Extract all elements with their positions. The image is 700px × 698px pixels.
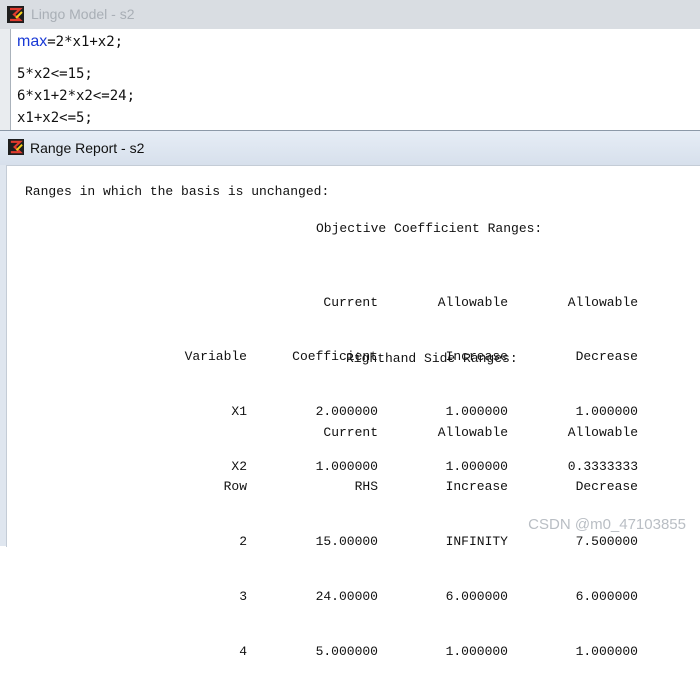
header-rhs: RHS — [354, 479, 378, 495]
header-increase: Increase — [445, 479, 508, 495]
model-window-title: Lingo Model - s2 — [31, 6, 135, 22]
header-row: Row — [223, 479, 247, 495]
lingo-app-icon — [8, 139, 24, 160]
row-name-cell: 4 — [239, 644, 247, 660]
report-window-title: Range Report - s2 — [30, 140, 145, 156]
code-text: =2*x1+x2; — [47, 34, 124, 50]
lingo-app-icon — [7, 6, 24, 28]
rhs-col-current: Current RHS 15.00000 24.00000 5.000000 — [272, 387, 378, 698]
header-variable: Variable — [184, 349, 247, 365]
current-cell: 24.00000 — [315, 589, 378, 605]
header-current: Current — [323, 294, 378, 310]
code-line-objective: max=2*x1+x2; — [17, 33, 123, 51]
header-allowable: Allowable — [437, 424, 508, 440]
code-line: x1+x2<=5; — [17, 110, 93, 126]
header-decrease: Decrease — [575, 479, 638, 495]
report-text-area[interactable]: Ranges in which the basis is unchanged: … — [6, 165, 700, 659]
header-allowable: Allowable — [437, 294, 508, 310]
header-allowable: Allowable — [567, 294, 638, 310]
header-current: Current — [323, 424, 378, 440]
decrease-cell: 6.000000 — [575, 589, 638, 605]
decrease-cell: 7.500000 — [575, 534, 638, 550]
lingo-model-window: Lingo Model - s2 max=2*x1+x2; 5*x2<=15; … — [0, 0, 700, 131]
current-cell: 5.000000 — [315, 644, 378, 660]
rhs-col-row: Row 2 3 4 — [157, 387, 247, 698]
report-titlebar[interactable]: Range Report - s2 — [0, 131, 700, 165]
code-keyword-max: max — [17, 33, 48, 50]
code-line: 6*x1+2*x2<=24; — [17, 88, 136, 104]
increase-cell: 1.000000 — [445, 644, 508, 660]
code-line: 5*x2<=15; — [17, 66, 93, 82]
header-allowable: Allowable — [567, 424, 638, 440]
rhs-ranges-heading: Righthand Side Ranges: — [346, 351, 518, 366]
rhs-col-decrease: Allowable Decrease 7.500000 6.000000 1.0… — [537, 387, 638, 698]
model-code-editor[interactable]: max=2*x1+x2; 5*x2<=15; 6*x1+2*x2<=24; x1… — [10, 29, 700, 130]
current-cell: 15.00000 — [315, 534, 378, 550]
report-intro: Ranges in which the basis is unchanged: — [25, 184, 330, 199]
objective-ranges-heading: Objective Coefficient Ranges: — [316, 221, 543, 236]
row-name-cell: 3 — [239, 589, 247, 605]
decrease-cell: 1.000000 — [575, 644, 638, 660]
increase-cell: INFINITY — [445, 534, 508, 550]
range-report-window: Range Report - s2 Ranges in which the ba… — [0, 130, 700, 659]
csdn-watermark: CSDN @m0_47103855 — [528, 516, 686, 533]
rhs-col-increase: Allowable Increase INFINITY 6.000000 1.0… — [407, 387, 508, 698]
row-name-cell: 2 — [239, 534, 247, 550]
increase-cell: 6.000000 — [445, 589, 508, 605]
header-decrease: Decrease — [575, 349, 638, 365]
model-titlebar[interactable]: Lingo Model - s2 — [0, 0, 700, 29]
